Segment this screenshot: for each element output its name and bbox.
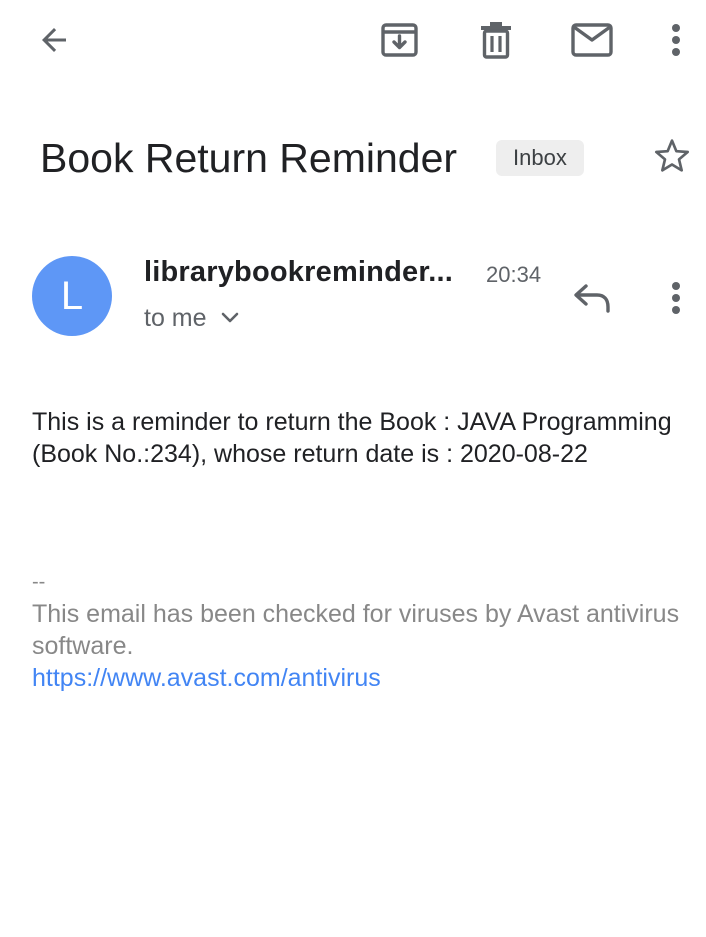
reply-icon (574, 284, 610, 313)
email-body: This is a reminder to return the Book : … (32, 408, 672, 468)
recipient-details-toggle[interactable]: to me (144, 302, 239, 334)
more-vert-icon (672, 282, 680, 314)
mark-unread-button[interactable] (568, 16, 616, 64)
recipient-label: to me (144, 304, 207, 332)
inbox-label-chip[interactable]: Inbox (496, 140, 584, 176)
trash-icon (481, 22, 511, 59)
subject-row: Book Return Reminder Inbox (40, 128, 689, 188)
sender-row: L librarybookreminder... 20:34 to me (32, 252, 696, 342)
sender-avatar[interactable]: L (32, 256, 112, 336)
reply-button[interactable] (568, 274, 616, 322)
back-button[interactable] (30, 16, 78, 64)
message-more-button[interactable] (652, 274, 700, 322)
archive-button[interactable] (376, 16, 424, 64)
arrow-back-icon (42, 28, 66, 52)
mail-icon (571, 23, 613, 57)
delete-button[interactable] (472, 16, 520, 64)
more-options-button[interactable] (652, 16, 700, 64)
archive-icon (381, 23, 418, 57)
star-outline-icon (655, 139, 689, 172)
email-view: Book Return Reminder Inbox L librarybook… (0, 0, 706, 937)
message-time: 20:34 (486, 262, 542, 287)
star-button[interactable] (650, 134, 694, 178)
avast-link[interactable]: https://www.avast.com/antivirus (32, 662, 381, 694)
email-subject: Book Return Reminder (40, 135, 458, 181)
chevron-down-icon (221, 312, 239, 324)
top-toolbar (0, 0, 706, 80)
signature-text: This email has been checked for viruses … (32, 600, 680, 660)
more-vert-icon (672, 24, 680, 56)
sender-name[interactable]: librarybookreminder... (144, 254, 453, 290)
signature-separator: -- (32, 571, 46, 593)
